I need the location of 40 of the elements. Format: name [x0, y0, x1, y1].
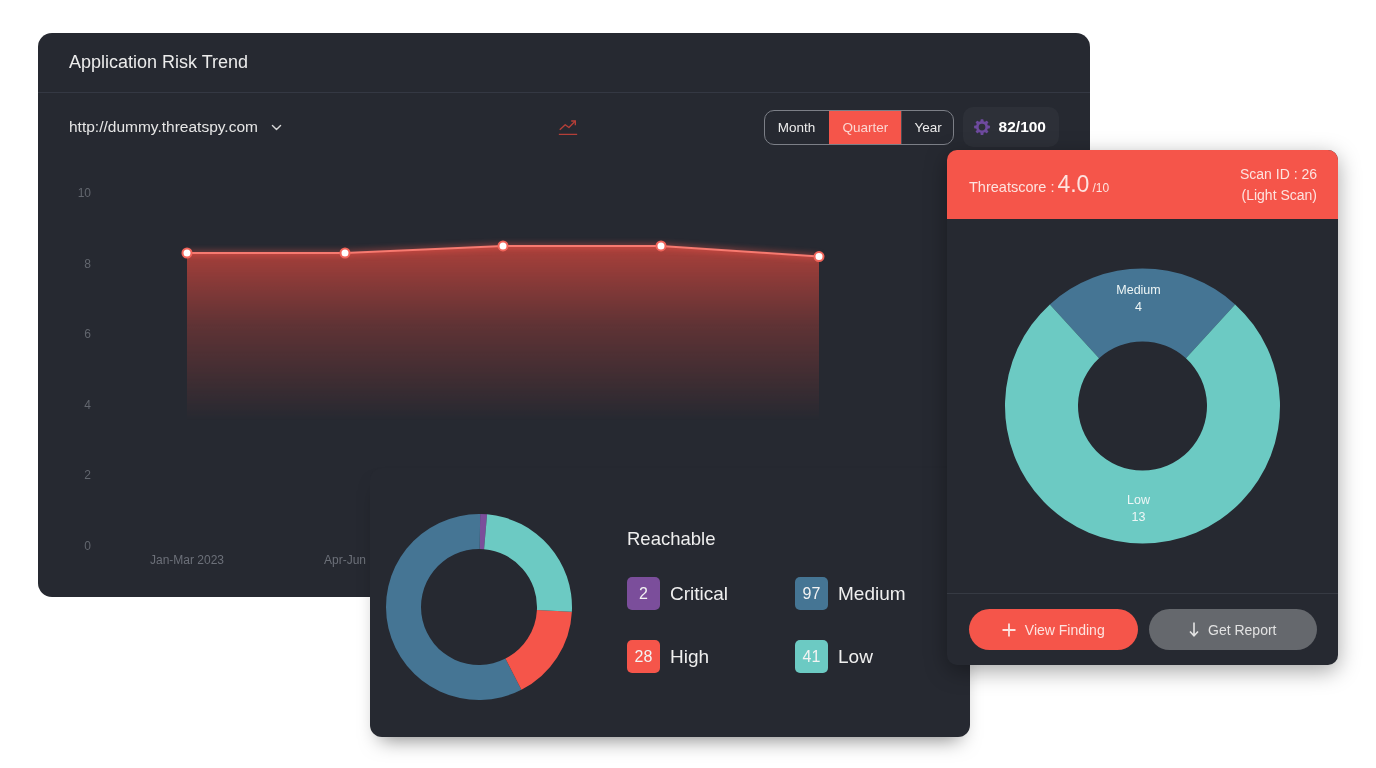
gear-icon: [972, 118, 991, 136]
severity-label: Low: [838, 645, 873, 668]
data-point: [497, 240, 509, 252]
slice-value: 13: [1131, 510, 1146, 524]
y-axis-label: 6: [84, 327, 91, 342]
site-dropdown[interactable]: http://dummy.threatspy.com: [69, 112, 283, 142]
data-point: [181, 247, 193, 259]
data-point: [655, 240, 667, 252]
action-button[interactable]: Get Report: [1148, 609, 1317, 650]
scan-id: Scan ID : 26: [1239, 166, 1317, 182]
severity-count: 41: [795, 640, 828, 673]
slice-label: Low: [1127, 493, 1150, 507]
data-point: [339, 247, 351, 259]
y-axis-label: 10: [77, 186, 91, 200]
x-axis-label: Jan-Mar 2023: [150, 553, 224, 567]
severity-label: Medium: [838, 582, 906, 605]
y-axis-label: 4: [84, 397, 91, 412]
threatscore-scale: /10: [1092, 181, 1110, 195]
slice-value: 4: [1135, 300, 1142, 314]
period-tab[interactable]: Month: [764, 110, 829, 144]
data-point: [813, 251, 825, 263]
y-axis-label: 2: [84, 468, 91, 483]
y-axis-label: 0: [84, 539, 91, 553]
period-tab[interactable]: Year: [900, 110, 953, 144]
y-axis-label: 8: [84, 256, 91, 271]
slice-label: Medium: [1116, 283, 1161, 297]
severity-count: 97: [795, 577, 828, 610]
section-title: Reachable: [627, 528, 717, 550]
x-axis-label: Apr-Jun: [324, 553, 366, 567]
threatscore-value: 4.0: [1057, 171, 1090, 198]
threatscore-label: Threatscore :: [969, 179, 1055, 195]
plus-icon: [1001, 622, 1016, 637]
severity-count: 28: [627, 640, 660, 673]
severity-label: High: [670, 645, 710, 668]
score-value: 82/100: [998, 118, 1046, 136]
severity-count: 2: [627, 577, 660, 610]
card-title: Application Risk Trend: [69, 52, 249, 73]
severity-label: Critical: [670, 582, 729, 605]
scan-type: (Light Scan): [1241, 187, 1317, 203]
down-arrow-icon: [1189, 622, 1199, 637]
